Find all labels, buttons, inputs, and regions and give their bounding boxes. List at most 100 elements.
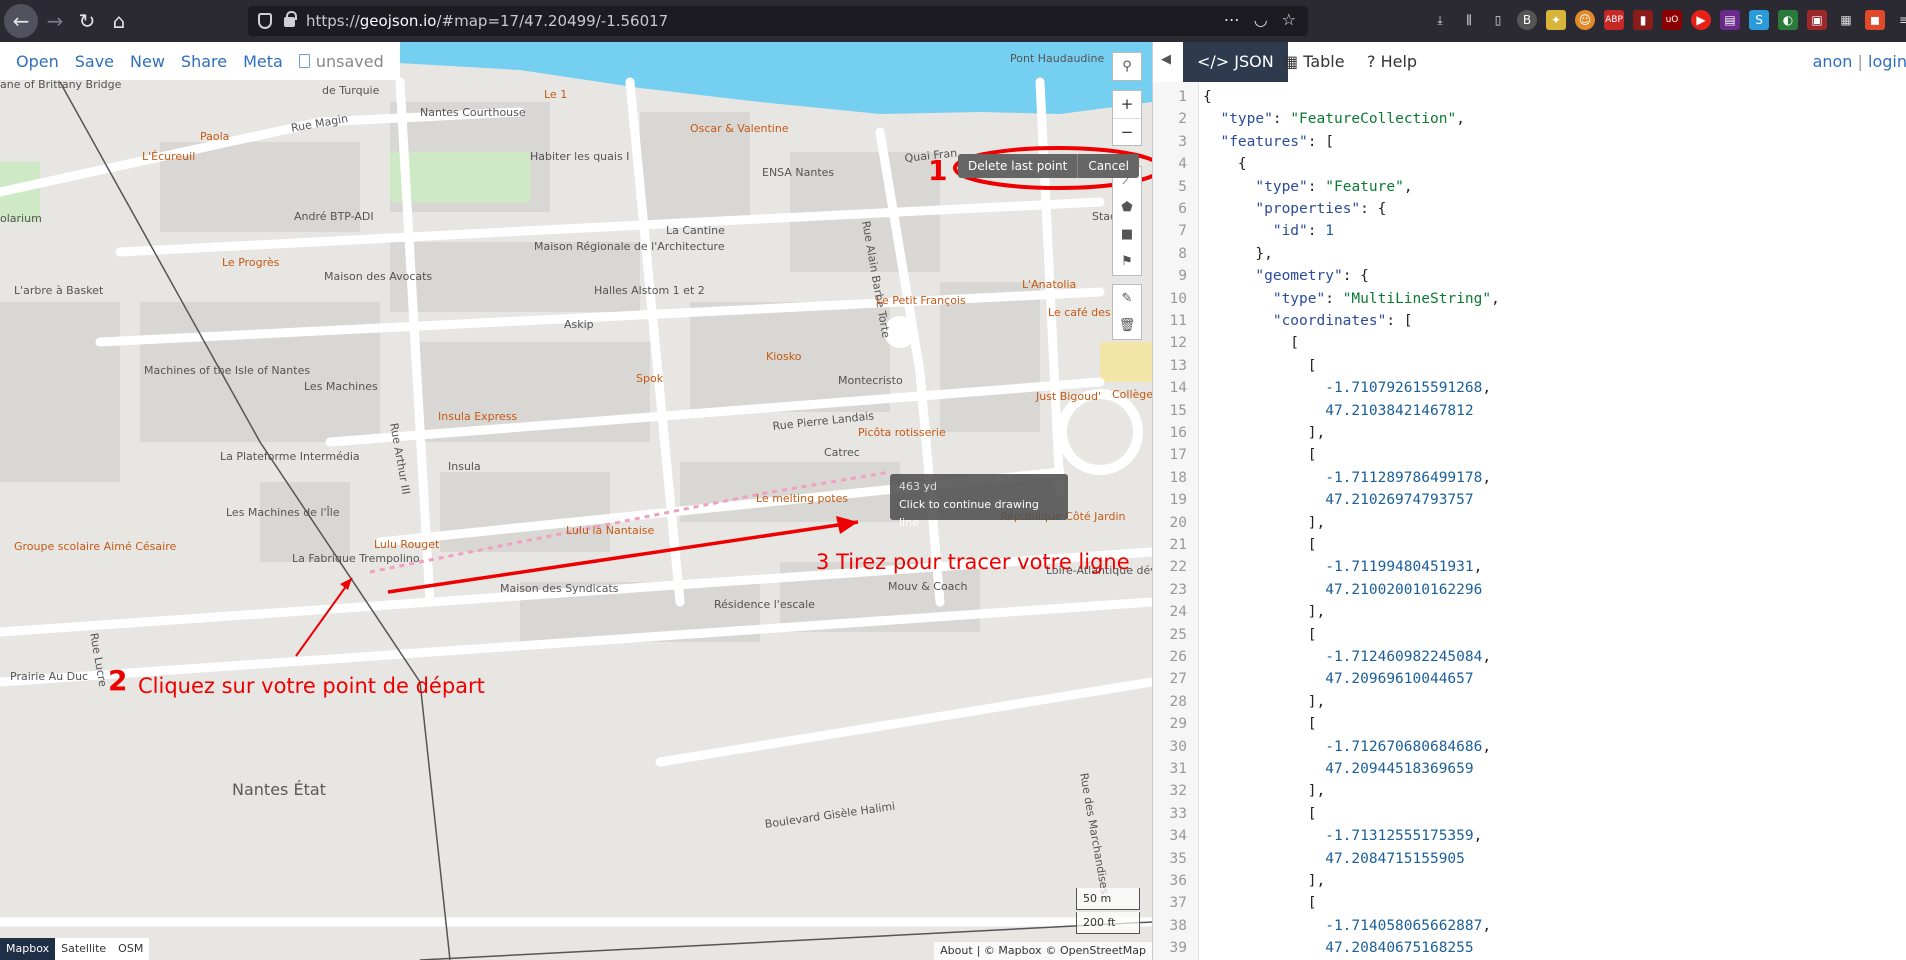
line-number: 10 (1169, 290, 1187, 307)
delete-last-point-button[interactable]: Delete last point (958, 154, 1077, 178)
pocket-icon[interactable]: ◡ (1254, 10, 1268, 29)
extension-red-icon[interactable]: ▮ (1633, 10, 1653, 30)
share-button[interactable]: Share (173, 52, 235, 71)
code-line: 5 "type": "Feature", (1153, 176, 1906, 198)
draw-rectangle-icon[interactable]: ■ (1113, 221, 1141, 248)
code-text: ], (1203, 693, 1326, 710)
extension-orange-icon[interactable]: ◼ (1865, 10, 1885, 30)
code-text: ], (1203, 425, 1326, 441)
extension-green-icon[interactable]: ◐ (1778, 10, 1798, 30)
map-label: Le café des p (1048, 306, 1122, 319)
adblock-plus-icon[interactable]: ABP (1604, 10, 1624, 30)
menu-icon[interactable]: ≡ (1894, 10, 1906, 30)
code-line: 2 "type": "FeatureCollection", (1153, 108, 1906, 130)
lock-icon[interactable] (284, 11, 297, 27)
login-link[interactable]: login (1868, 52, 1906, 71)
ublock-icon[interactable]: uO (1662, 10, 1682, 30)
extension-gray-icon[interactable]: ▦ (1836, 10, 1856, 30)
code-line: 4 { (1153, 153, 1906, 175)
code-line: 6 "properties": { (1153, 198, 1906, 220)
json-editor[interactable]: 1{2 "type": "FeatureCollection", 3 "featu… (1153, 82, 1906, 960)
layer-osm-button[interactable]: OSM (112, 938, 149, 960)
open-button[interactable]: Open (8, 52, 67, 71)
sidebar-icon[interactable]: ▯ (1488, 10, 1508, 30)
code-text: [ (1203, 357, 1317, 374)
code-line: 15 47.21038421467812 (1153, 400, 1906, 422)
map-label: Collège Aristide (1112, 388, 1152, 401)
forward-button[interactable]: → (38, 4, 72, 38)
map-label: Habiter les quais I (530, 150, 630, 163)
layer-mapbox-button[interactable]: Mapbox (0, 938, 56, 960)
map-label: Oscar & Valentine (690, 122, 789, 135)
code-text: ], (1203, 604, 1326, 621)
bookmark-star-icon[interactable]: ☆ (1282, 10, 1296, 29)
draw-marker-icon[interactable]: ⚑ (1113, 248, 1141, 275)
meta-button[interactable]: Meta (235, 52, 291, 71)
osm-attribution-link[interactable]: © OpenStreetMap (1045, 944, 1146, 958)
map-label: Groupe scolaire Aimé Césaire (14, 540, 177, 553)
zoom-out-button[interactable]: − (1113, 118, 1141, 145)
table-icon: ▦ (1283, 52, 1304, 71)
code-text: "coordinates": [ (1272, 313, 1413, 329)
map-label: Insula (448, 460, 481, 473)
code-line: 37 [ (1153, 892, 1906, 914)
map-block (440, 472, 610, 552)
mapbox-attribution-link[interactable]: | © Mapbox (977, 944, 1042, 958)
collapse-panel-icon[interactable]: ◀ (1161, 52, 1171, 67)
tracking-shield-icon[interactable] (258, 13, 272, 29)
zoom-in-button[interactable]: + (1113, 91, 1141, 118)
extension-badge-icon[interactable]: ▣ (1807, 10, 1827, 30)
draw-polygon-icon[interactable]: ⬟ (1113, 194, 1141, 221)
code-line: 8 }, (1153, 243, 1906, 265)
search-icon[interactable]: ⚲ (1113, 53, 1141, 80)
page-actions-icon[interactable]: ⋯ (1224, 10, 1240, 29)
cancel-draw-button[interactable]: Cancel (1078, 154, 1139, 178)
map-label: Résidence l'escale (714, 598, 815, 611)
map-label: Machines of the Isle of Nantes (144, 364, 311, 377)
roundabout (1057, 389, 1143, 475)
tab-table[interactable]: ▦ Table (1269, 42, 1359, 82)
park-area (390, 152, 530, 202)
about-link[interactable]: About (940, 944, 973, 958)
code-text: 47.21026974793757 (1325, 492, 1474, 509)
url-text[interactable]: https://geojson.io/#map=17/47.20499/-1.5… (306, 12, 668, 30)
youtube-icon[interactable]: ▶ (1691, 10, 1711, 30)
home-button[interactable]: ⌂ (102, 4, 136, 38)
code-text: -1.712670680684686, (1325, 738, 1492, 755)
save-button[interactable]: Save (67, 52, 122, 71)
library-icon[interactable]: ⫼ (1459, 10, 1479, 30)
user-links: anon | login (1813, 52, 1906, 71)
map-label: L'arbre à Basket (14, 284, 104, 297)
reload-button[interactable]: ↻ (70, 4, 104, 38)
map-label: La Fabrique Trempolino (292, 552, 420, 565)
back-button[interactable]: ← (4, 4, 38, 38)
line-number: 1 (1178, 89, 1187, 105)
code-line: 16 ], (1153, 422, 1906, 444)
map-label: Pont Haudaudine (1010, 52, 1105, 65)
address-bar[interactable]: https://geojson.io/#map=17/47.20499/-1.5… (248, 6, 1308, 36)
layer-satellite-button[interactable]: Satellite (55, 938, 112, 960)
anon-user-link[interactable]: anon (1813, 52, 1853, 71)
code-line: 36 ], (1153, 870, 1906, 892)
code-line: 22 -1.71199480451931, (1153, 556, 1906, 578)
delete-layers-icon[interactable]: 🗑 (1113, 312, 1141, 339)
extension-face-icon[interactable]: ☺ (1575, 10, 1595, 30)
file-menu: Open Save New Share Meta unsaved (0, 42, 400, 80)
map-canvas[interactable]: Pont Haudaudine Nantes Courthouse Rue Magi… (0, 42, 1152, 960)
edit-layers-icon[interactable]: ✎ (1113, 285, 1141, 312)
tab-help[interactable]: ? Help (1353, 42, 1431, 82)
code-line: 12 [ (1153, 332, 1906, 354)
map-label: Catrec (824, 446, 860, 459)
extension-icon[interactable]: ✦ (1546, 10, 1566, 30)
code-line: 26 -1.712460982245084, (1153, 646, 1906, 668)
line-number: 39 (1169, 940, 1187, 957)
bitwarden-icon[interactable]: B (1517, 10, 1537, 30)
code-line: 14 -1.710792615591268, (1153, 377, 1906, 399)
new-button[interactable]: New (122, 52, 173, 71)
line-number: 30 (1169, 738, 1187, 755)
line-number: 6 (1178, 201, 1187, 217)
extension-blue-icon[interactable]: S (1749, 10, 1769, 30)
download-icon[interactable]: ⤓ (1430, 10, 1450, 30)
extension-purple-icon[interactable]: ▤ (1720, 10, 1740, 30)
code-line: 23 47.210020010162296 (1153, 579, 1906, 601)
